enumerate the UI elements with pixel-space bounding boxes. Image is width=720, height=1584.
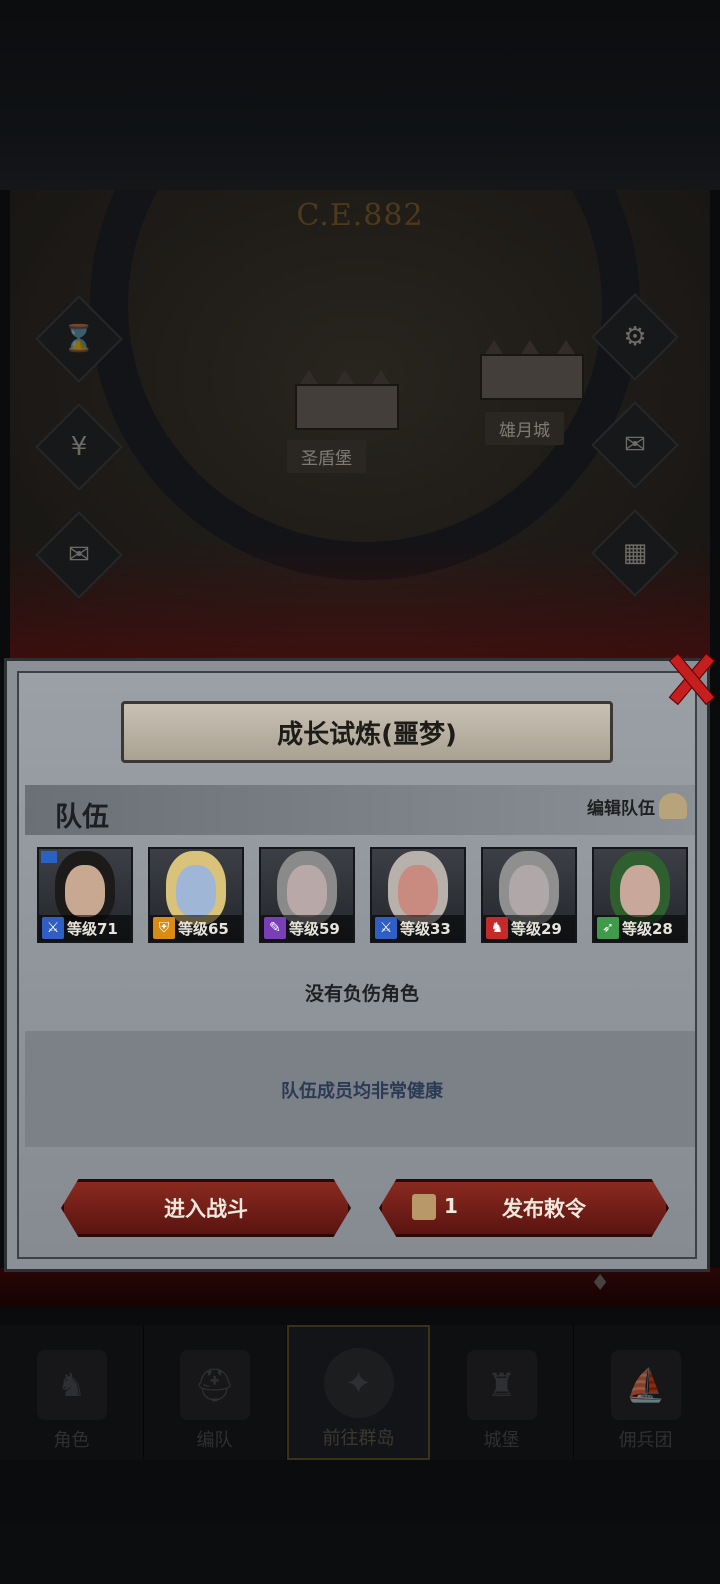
horse-icon: ♞	[486, 917, 508, 939]
health-status-text: 队伍成员均非常健康	[281, 1081, 443, 1102]
member-portrait[interactable]: ➶ 等级28	[592, 847, 688, 943]
character-face	[65, 865, 105, 917]
edit-team-label: 编辑队伍	[587, 798, 655, 819]
member-level: 等级71	[67, 919, 118, 938]
close-button[interactable]	[664, 648, 716, 706]
sword-icon: ⚔	[42, 917, 64, 939]
no-injured-text: 没有负伤角色	[304, 983, 419, 1005]
member-portrait[interactable]: ⚔ 等级33	[370, 847, 466, 943]
bow-icon: ➶	[597, 917, 619, 939]
dialog-title: 成长试炼(噩梦)	[121, 701, 613, 763]
character-face	[620, 865, 660, 917]
member-level: 等级33	[400, 919, 451, 938]
member-level: 等级59	[289, 919, 340, 938]
character-face	[176, 865, 216, 917]
trial-dialog: 成长试炼(噩梦) 队伍 编辑队伍 ⚔ 等级71 ⛨ 等级65 ✎ 等级59 ⚔ 等级33 ♞ 等级…	[4, 658, 710, 1272]
shield-icon: ⛨	[153, 917, 175, 939]
character-face	[398, 865, 438, 917]
member-portrait[interactable]: ♞ 等级29	[481, 847, 577, 943]
decree-scroll-icon	[412, 1194, 436, 1220]
member-level: 等级28	[622, 919, 673, 938]
edit-team-button[interactable]: 编辑队伍	[587, 793, 687, 819]
group-add-icon	[659, 793, 687, 819]
issue-decree-button[interactable]: 1 发布敕令	[379, 1179, 669, 1237]
team-label: 队伍	[55, 802, 109, 833]
decree-count: 1	[444, 1194, 458, 1218]
character-face	[509, 865, 549, 917]
team-portraits: ⚔ 等级71 ⛨ 等级65 ✎ 等级59 ⚔ 等级33 ♞ 等级29 ➶ 等级28	[37, 847, 697, 943]
member-level: 等级65	[178, 919, 229, 938]
member-portrait[interactable]: ⚔ 等级71	[37, 847, 133, 943]
leader-flag-icon	[41, 851, 57, 863]
member-level: 等级29	[511, 919, 562, 938]
character-face	[287, 865, 327, 917]
member-portrait[interactable]: ✎ 等级59	[259, 847, 355, 943]
enter-battle-button[interactable]: 进入战斗	[61, 1179, 351, 1237]
staff-icon: ✎	[264, 917, 286, 939]
sword-icon: ⚔	[375, 917, 397, 939]
member-portrait[interactable]: ⛨ 等级65	[148, 847, 244, 943]
